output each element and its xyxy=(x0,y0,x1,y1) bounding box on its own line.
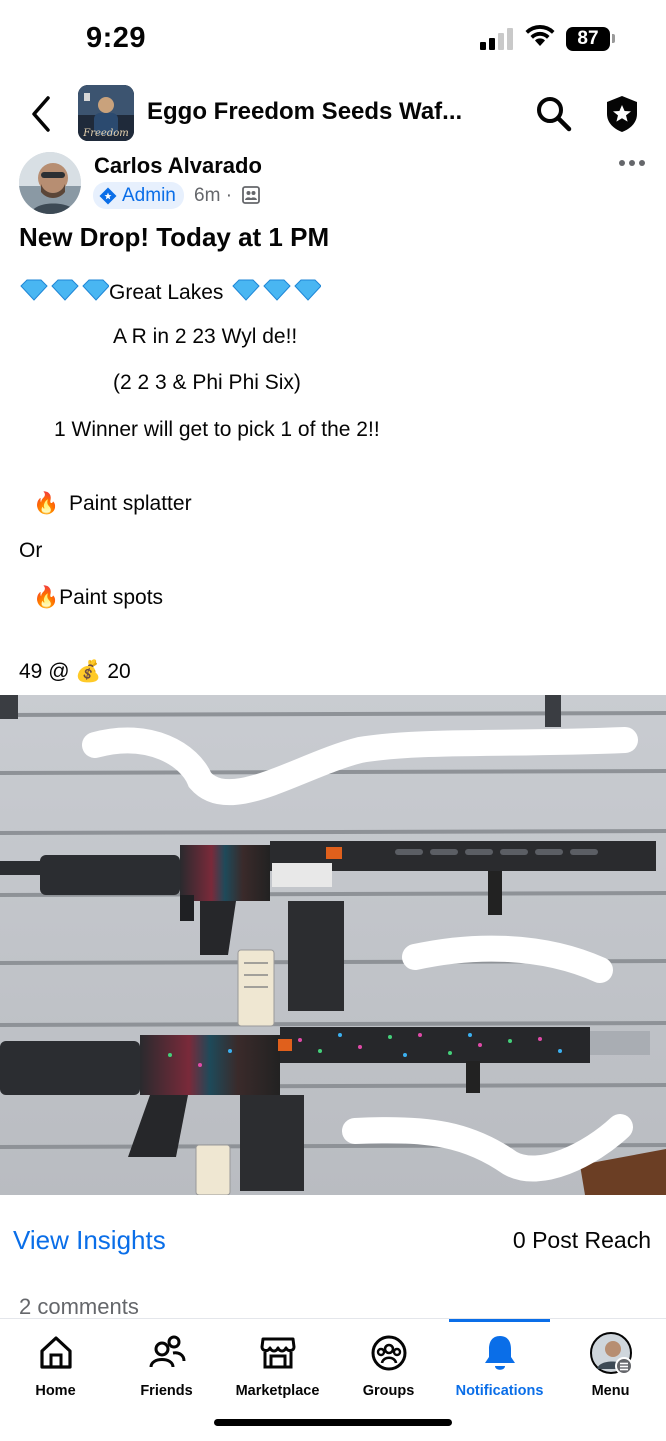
post-line-option2: 🔥Paint spots xyxy=(33,586,163,610)
post-line-or: Or xyxy=(19,539,43,562)
post-line-great-lakes: Great Lakes xyxy=(19,278,322,305)
tab-marketplace-label: Marketplace xyxy=(235,1383,320,1399)
post-timestamp: 6m · xyxy=(194,185,232,207)
fire-icon: 🔥 xyxy=(33,492,60,515)
post-line-price: 49 @ 💰 20 xyxy=(19,660,131,684)
tab-marketplace[interactable]: Marketplace xyxy=(222,1319,333,1409)
tab-friends[interactable]: Friends xyxy=(111,1319,222,1409)
gem-icons-left xyxy=(20,279,109,301)
battery-level: 87 xyxy=(566,27,610,51)
post-time-value: 6m xyxy=(194,185,221,206)
post-title: New Drop! Today at 1 PM xyxy=(19,222,330,252)
status-time: 9:29 xyxy=(86,22,147,54)
post-line-calibers: (2 2 3 & Phi Phi Six) xyxy=(113,371,301,394)
tab-menu[interactable]: Menu xyxy=(555,1319,666,1409)
fire-icon: 🔥 xyxy=(33,586,60,609)
status-bar: 9:29 87 xyxy=(0,0,666,80)
group-thumbnail[interactable]: Freedom xyxy=(78,85,134,141)
author-name[interactable]: Carlos Alvarado xyxy=(94,153,262,179)
tab-home-label: Home xyxy=(35,1383,76,1399)
tab-groups[interactable]: Groups xyxy=(333,1319,444,1409)
comments-count[interactable]: 2 comments xyxy=(19,1294,139,1320)
cellular-signal-icon xyxy=(480,28,514,50)
post-line-option1: 🔥 Paint splatter xyxy=(33,492,192,516)
admin-badge-label: Admin xyxy=(122,184,176,206)
tab-notifications-label: Notifications xyxy=(455,1383,544,1399)
option2-text: Paint spots xyxy=(59,586,164,609)
tab-menu-label: Menu xyxy=(591,1383,630,1399)
tab-groups-label: Groups xyxy=(362,1383,415,1399)
search-icon[interactable] xyxy=(535,95,573,133)
group-thumb-caption: Freedom xyxy=(82,128,128,139)
bell-icon xyxy=(484,1336,515,1370)
groups-icon xyxy=(371,1335,406,1371)
option1-text: Paint splatter xyxy=(69,492,192,515)
post-photo[interactable] xyxy=(0,695,666,1195)
author-avatar[interactable] xyxy=(19,152,81,214)
admin-diamond-icon xyxy=(99,187,117,204)
admin-shield-icon[interactable] xyxy=(602,94,642,134)
time-separator: · xyxy=(225,185,233,206)
home-icon xyxy=(39,1336,72,1369)
more-options-icon[interactable] xyxy=(618,156,646,170)
money-bag-icon: 💰 xyxy=(75,660,102,683)
marketplace-icon xyxy=(260,1337,295,1369)
home-indicator[interactable] xyxy=(214,1419,452,1426)
tab-friends-label: Friends xyxy=(140,1383,193,1399)
group-visibility-icon xyxy=(242,186,260,204)
post-line-winner: 1 Winner will get to pick 1 of the 2!! xyxy=(54,418,380,441)
post-reach: 0 Post Reach xyxy=(512,1227,651,1253)
tab-notifications[interactable]: Notifications xyxy=(444,1319,555,1409)
admin-badge: Admin xyxy=(93,182,184,209)
gem-icons-right xyxy=(232,279,322,301)
group-title[interactable]: Eggo Freedom Seeds Waf... xyxy=(147,98,497,126)
tab-home[interactable]: Home xyxy=(0,1319,111,1409)
price-entries: 49 @ xyxy=(19,660,70,683)
price-amount: 20 xyxy=(107,660,131,683)
view-insights-link[interactable]: View Insights xyxy=(13,1225,166,1256)
friends-icon xyxy=(149,1335,185,1368)
wifi-icon xyxy=(525,24,555,46)
avatar-menu-icon xyxy=(589,1332,633,1375)
back-chevron-icon[interactable] xyxy=(24,94,58,134)
great-lakes-text: Great Lakes xyxy=(109,281,224,304)
battery-nub xyxy=(612,34,615,43)
post-line-ar: A R in 2 23 Wyl de!! xyxy=(113,325,298,348)
